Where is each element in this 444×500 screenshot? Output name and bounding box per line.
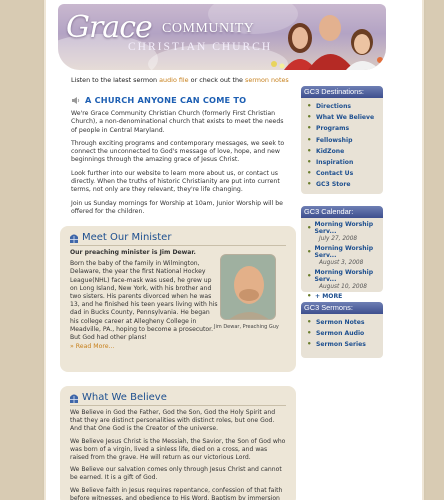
bullet-icon: • (307, 318, 312, 327)
calendar-event[interactable]: • Morning Worship Serv... July 27, 2008 (307, 221, 383, 243)
calendar-list: • Morning Worship Serv... July 27, 2008 •… (307, 221, 383, 300)
bullet-icon: • (307, 223, 312, 232)
calendar-event-date: August 3, 2008 (319, 260, 364, 266)
sermons-panel: GC3 Sermons: • Sermon Notes • Sermon Audio… (301, 302, 383, 358)
believe-title: What We Believe (82, 392, 167, 403)
calendar-event-label: Morning Worship Serv... (314, 221, 374, 235)
destinations-panel: GC3 Destinations: • Directions • What We B… (301, 86, 383, 194)
bullet-icon: • (307, 340, 312, 349)
logo-grace[interactable]: Grace (66, 10, 153, 45)
sidebar-item-label: Sermon Series (316, 341, 366, 349)
destinations-title: GC3 Destinations: (301, 86, 383, 98)
calendar-event[interactable]: • Morning Worship Serv... August 10, 2008 (307, 269, 383, 291)
minister-body: Our preaching minister is Jim Dewar. Bor… (70, 249, 218, 342)
intro-section: A CHURCH ANYONE CAN COME TO We're Grace … (71, 95, 291, 216)
more-label: + MORE (315, 293, 343, 300)
sidebar-item-label: Contact Us (316, 170, 354, 178)
intro-paragraph: Join us Sunday mornings for Worship at 1… (71, 199, 283, 215)
calendar-event[interactable]: • Morning Worship Serv... August 3, 2008 (307, 245, 383, 267)
sermons-title: GC3 Sermons: (301, 302, 383, 314)
speaker-icon (72, 96, 80, 104)
belief-paragraph: We Believe our salvation comes only thro… (70, 466, 282, 482)
logo-community[interactable]: COMMUNITY (162, 21, 254, 37)
calendar-event-label: Morning Worship Serv... (314, 245, 374, 259)
bullet-icon: • (307, 146, 312, 155)
sidebar-item-label: Programs (316, 125, 350, 133)
sidebar-item-label: What We Believe (316, 114, 375, 122)
intro-heading: A CHURCH ANYONE CAN COME TO (85, 95, 247, 105)
bullet-icon: • (307, 102, 312, 111)
sermons-list: • Sermon Notes • Sermon Audio • Sermon Seri… (307, 317, 366, 351)
read-more-label: Read More... (75, 343, 115, 350)
bullet-icon: • (307, 169, 312, 178)
sidebar-item-what-we-believe[interactable]: • What We Believe (307, 112, 374, 123)
calendar-more-link[interactable]: • + MORE (307, 292, 383, 301)
believe-box-title: What We Believe (70, 392, 167, 403)
church-window-icon (70, 234, 78, 243)
intro-paragraph: We're Grace Community Christian Church (… (71, 110, 284, 134)
sidebar-item-gc3-store[interactable]: • GC3 Store (307, 179, 374, 190)
sidebar-item-programs[interactable]: • Programs (307, 123, 374, 134)
bullet-icon: • (307, 135, 312, 144)
believe-box: What We Believe We Believe in God the Fa… (60, 386, 296, 500)
sidebar-item-label: Directions (316, 103, 352, 111)
promo-text: Listen to the latest sermon (71, 76, 160, 84)
read-more-link[interactable]: » Read More... (70, 343, 115, 350)
believe-body: We Believe in God the Father, God the So… (70, 409, 286, 500)
sermon-notes-link[interactable]: sermon notes (245, 76, 289, 84)
header-banner: Grace COMMUNITY CHRISTIAN CHURCH (58, 4, 386, 70)
sermon-promo: Listen to the latest sermon audio file o… (71, 76, 289, 84)
logo-subtitle[interactable]: CHRISTIAN CHURCH (128, 41, 272, 53)
family-photo (264, 4, 386, 70)
promo-text-middle: or check out the (188, 76, 245, 84)
church-window-icon (70, 394, 78, 403)
minister-photo (220, 254, 276, 320)
audio-file-link[interactable]: audio file (159, 76, 188, 84)
bullet-icon: • (307, 124, 312, 133)
bullet-icon: • (307, 329, 312, 338)
calendar-panel: GC3 Calendar: • Morning Worship Serv... J… (301, 206, 383, 300)
sidebar-item-directions[interactable]: • Directions (307, 101, 374, 112)
destinations-list: • Directions • What We Believe • Programs •… (307, 101, 374, 191)
minister-lead: Our preaching minister is Jim Dewar. (70, 249, 196, 256)
sidebar-item-contact-us[interactable]: • Contact Us (307, 168, 374, 179)
belief-paragraph: We Believe in God the Father, God the So… (70, 409, 276, 433)
minister-title: Meet Our Minister (82, 232, 172, 243)
sidebar-item-label: Sermon Notes (316, 319, 365, 327)
bullet-icon: • (307, 271, 312, 280)
minister-bio: Born the baby of the family in Wilmingto… (70, 260, 218, 342)
minister-box-title: Meet Our Minister (70, 232, 171, 243)
calendar-event-date: July 27, 2008 (319, 236, 358, 242)
sidebar-item-label: GC3 Store (316, 181, 351, 189)
divider (70, 405, 286, 406)
intro-paragraph: Through exciting programs and contempora… (71, 139, 285, 164)
minister-photo-caption: Jim Dewar, Preaching Guy (214, 324, 279, 330)
belief-paragraph: We Believe faith in Jesus requires repen… (70, 486, 283, 500)
bullet-icon: • (307, 292, 312, 300)
bullet-icon: • (307, 113, 312, 122)
calendar-title: GC3 Calendar: (301, 206, 383, 218)
sidebar-item-label: Sermon Audio (316, 330, 365, 338)
intro-paragraph: Look further into our website to learn m… (71, 169, 280, 194)
sidebar-item-label: Fellowship (316, 136, 353, 144)
intro-heading-row: A CHURCH ANYONE CAN COME TO (71, 95, 291, 105)
sidebar-item-label: KidZone (316, 147, 345, 155)
sidebar-item-sermon-series[interactable]: • Sermon Series (307, 339, 366, 350)
sidebar-item-label: Inspiration (316, 159, 354, 167)
sidebar-item-fellowship[interactable]: • Fellowship (307, 135, 374, 146)
bullet-icon: • (307, 247, 312, 256)
sidebar-item-inspiration[interactable]: • Inspiration (307, 157, 374, 168)
sidebar-item-kidzone[interactable]: • KidZone (307, 146, 374, 157)
bullet-icon: • (307, 180, 312, 189)
torn-paper-edge (46, 64, 422, 74)
minister-box: Meet Our Minister Our preaching minister… (60, 226, 296, 372)
calendar-event-date: August 10, 2008 (319, 284, 367, 290)
divider (70, 245, 286, 246)
arrow-right-icon: » (70, 343, 74, 350)
belief-paragraph: We Believe Jesus Christ is the Messiah, … (70, 437, 286, 462)
sidebar-item-sermon-audio[interactable]: • Sermon Audio (307, 328, 366, 339)
sidebar-item-sermon-notes[interactable]: • Sermon Notes (307, 317, 366, 328)
calendar-event-label: Morning Worship Serv... (314, 269, 374, 283)
bullet-icon: • (307, 158, 312, 167)
